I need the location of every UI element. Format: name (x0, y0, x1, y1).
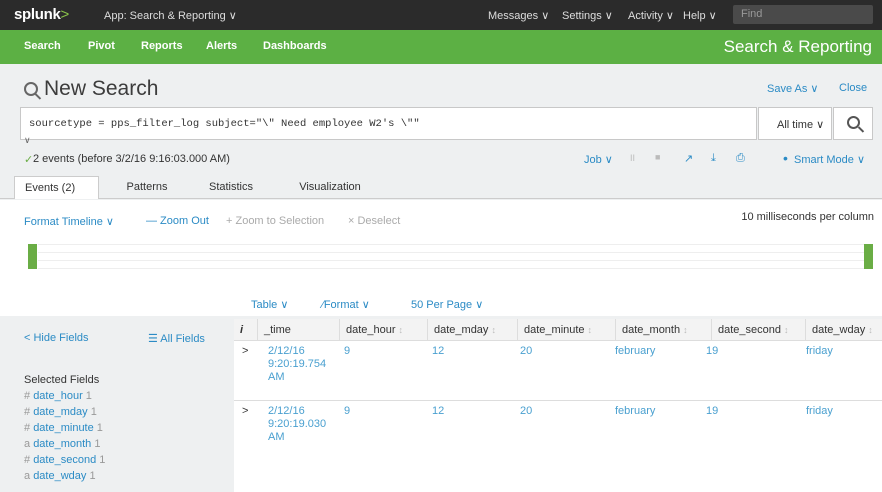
field-item[interactable]: # date_mday 1 (24, 406, 97, 418)
nav-search[interactable]: Search (24, 40, 61, 52)
app-nav-bar: Search Pivot Reports Alerts Dashboards S… (0, 30, 882, 64)
job-menu[interactable]: Job ∨ (584, 153, 613, 166)
column-header-date-second[interactable]: date_second ↕ (712, 319, 806, 341)
date-hour-cell[interactable]: 9 (344, 345, 350, 358)
page-title: New Search (24, 77, 158, 101)
close-button[interactable]: Close (839, 82, 867, 94)
timeline-gridline (38, 260, 864, 261)
timeline-scale-label: 10 milliseconds per column (741, 211, 874, 223)
hide-fields-link[interactable]: < Hide Fields (24, 332, 89, 344)
search-icon (847, 116, 860, 129)
column-header-time[interactable]: _time (258, 319, 340, 341)
date-wday-cell[interactable]: friday (806, 345, 833, 358)
date-wday-cell[interactable]: friday (806, 405, 833, 418)
app-title: Search & Reporting (723, 37, 872, 56)
save-as-menu[interactable]: Save As ∨ (767, 82, 818, 95)
activity-menu[interactable]: Activity ∨ (628, 9, 674, 22)
date-month-cell[interactable]: february (615, 345, 655, 358)
tab-statistics[interactable]: Statistics (196, 176, 266, 199)
collapse-chevron-icon[interactable]: ∨ (24, 135, 31, 146)
fields-sidebar: < Hide Fields ☰ All Fields Selected Fiel… (14, 316, 232, 492)
timeline-gridline (38, 252, 864, 253)
nav-alerts[interactable]: Alerts (206, 40, 237, 52)
time-range-picker[interactable]: All time ∨ (758, 107, 832, 140)
expand-row-icon[interactable]: > (242, 345, 248, 358)
date-mday-cell[interactable]: 12 (432, 345, 444, 358)
lightbulb-icon: • (783, 150, 788, 166)
timeline-bar[interactable] (28, 244, 37, 269)
field-item[interactable]: # date_second 1 (24, 454, 105, 466)
date-second-cell[interactable]: 19 (706, 405, 718, 418)
timeline-gridline (38, 268, 864, 269)
date-second-cell[interactable]: 19 (706, 345, 718, 358)
splunk-top-bar: splunk> App: Search & Reporting ∨ Messag… (0, 0, 882, 30)
splunk-logo[interactable]: splunk> (14, 6, 69, 23)
column-header-date-wday[interactable]: date_wday ↕ (806, 319, 882, 341)
search-query-input[interactable]: sourcetype = pps_filter_log subject="\" … (20, 107, 757, 140)
field-item[interactable]: # date_hour 1 (24, 390, 92, 402)
settings-menu[interactable]: Settings ∨ (562, 9, 613, 22)
find-input[interactable]: Find (733, 5, 873, 24)
share-icon[interactable]: ↗ (684, 152, 693, 165)
nav-reports[interactable]: Reports (141, 40, 183, 52)
row-divider (234, 400, 882, 401)
tab-visualization[interactable]: Visualization (285, 176, 375, 199)
column-header-date-mday[interactable]: date_mday ↕ (428, 319, 518, 341)
event-count-status: 2 events (before 3/2/16 9:16:03.000 AM) (33, 153, 230, 165)
selected-fields-heading: Selected Fields (24, 374, 100, 386)
field-item[interactable]: # date_minute 1 (24, 422, 103, 434)
column-header-date-month[interactable]: date_month ↕ (616, 319, 712, 341)
search-icon (24, 82, 38, 96)
timeline-bar[interactable] (864, 244, 873, 269)
column-header-date-minute[interactable]: date_minute ↕ (518, 319, 616, 341)
deselect-button[interactable]: × Deselect (348, 215, 400, 227)
time-cell: 2/12/16 9:20:19.030 AM (268, 405, 327, 443)
table-view-menu[interactable]: Table ∨ (251, 298, 288, 311)
field-item[interactable]: a date_month 1 (24, 438, 100, 450)
print-icon[interactable]: ⎙ (736, 152, 745, 165)
date-minute-cell[interactable]: 20 (520, 345, 532, 358)
per-page-menu[interactable]: 50 Per Page ∨ (411, 298, 483, 311)
pause-icon[interactable]: II (630, 153, 635, 163)
info-column-header: i (234, 319, 258, 341)
nav-pivot[interactable]: Pivot (88, 40, 115, 52)
expand-row-icon[interactable]: > (242, 405, 248, 418)
help-menu[interactable]: Help ∨ (683, 9, 717, 22)
zoom-out-button[interactable]: — Zoom Out (146, 215, 209, 227)
all-fields-link[interactable]: ☰ All Fields (148, 332, 205, 345)
results-tabs: Events (2) Patterns Statistics Visualiza… (0, 176, 882, 199)
date-month-cell[interactable]: february (615, 405, 655, 418)
search-page: New Search Save As ∨ Close sourcetype = … (0, 64, 882, 492)
zoom-to-selection-button[interactable]: + Zoom to Selection (226, 215, 324, 227)
smart-mode-menu[interactable]: Smart Mode ∨ (794, 153, 865, 166)
search-button[interactable] (833, 107, 873, 140)
results-table: i _time date_hour ↕ date_mday ↕ date_minut… (234, 319, 882, 492)
nav-dashboards[interactable]: Dashboards (263, 40, 327, 52)
tab-patterns[interactable]: Patterns (112, 176, 182, 199)
date-minute-cell[interactable]: 20 (520, 405, 532, 418)
format-timeline-menu[interactable]: Format Timeline ∨ (24, 215, 114, 228)
messages-menu[interactable]: Messages ∨ (488, 9, 549, 22)
stop-icon[interactable]: ■ (655, 152, 660, 162)
export-icon[interactable]: ⤓ (711, 152, 716, 165)
tab-events[interactable]: Events (2) (14, 176, 99, 199)
date-mday-cell[interactable]: 12 (432, 405, 444, 418)
field-item[interactable]: a date_wday 1 (24, 470, 96, 484)
date-hour-cell[interactable]: 9 (344, 405, 350, 418)
check-icon: ✓ (24, 154, 34, 166)
format-menu[interactable]: ∕Format ∨ (322, 298, 370, 311)
column-header-date-hour[interactable]: date_hour ↕ (340, 319, 428, 341)
time-cell: 2/12/16 9:20:19.754 AM (268, 345, 327, 383)
timeline-gridline (38, 244, 864, 245)
app-menu[interactable]: App: Search & Reporting ∨ (104, 9, 237, 22)
